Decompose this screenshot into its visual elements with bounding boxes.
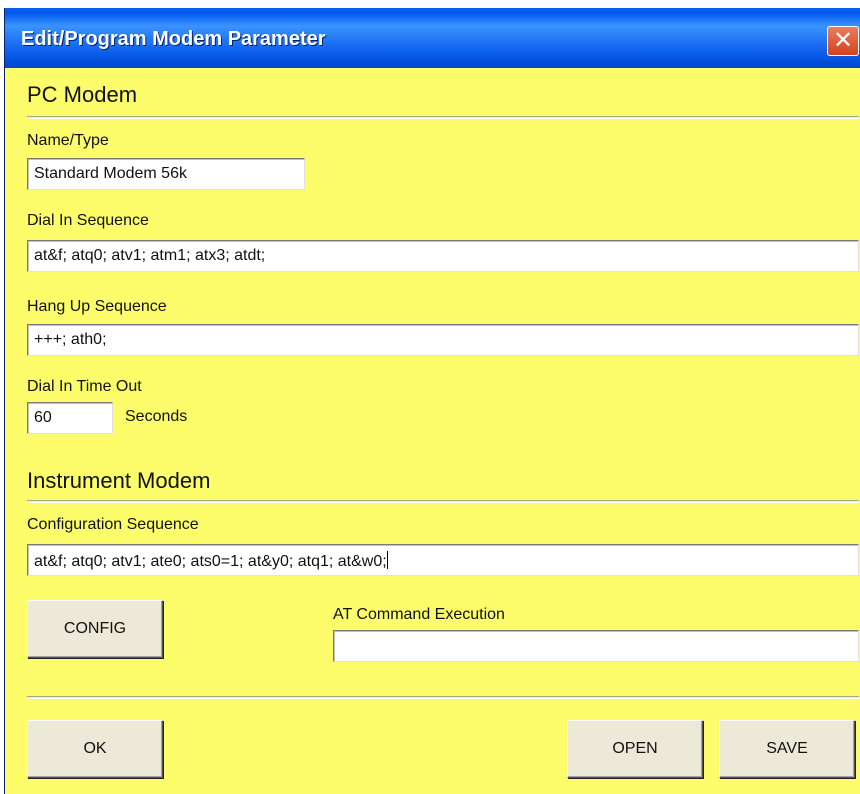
- at-command-execution-label: AT Command Execution: [333, 606, 505, 623]
- timeout-unit-label: Seconds: [125, 408, 188, 425]
- ok-button[interactable]: OK: [27, 720, 163, 778]
- pc-modem-separator: [27, 116, 859, 119]
- name-type-field[interactable]: Standard Modem 56k: [27, 158, 305, 190]
- config-button[interactable]: CONFIG: [27, 600, 163, 658]
- text-caret: [386, 551, 388, 569]
- hang-up-sequence-field[interactable]: +++; ath0;: [27, 324, 859, 356]
- close-icon: ✕: [832, 27, 854, 54]
- configuration-sequence-label: Configuration Sequence: [27, 516, 199, 533]
- at-command-execution-field[interactable]: [333, 630, 859, 662]
- dial-in-timeout-label: Dial In Time Out: [27, 378, 142, 395]
- config-button-label: CONFIG: [63, 620, 127, 637]
- save-button-label: SAVE: [766, 740, 808, 757]
- configuration-sequence-text: at&f; atq0; atv1; ate0; ats0=1; at&y0; a…: [34, 553, 387, 570]
- ok-button-label: OK: [83, 740, 107, 757]
- dial-in-sequence-field[interactable]: at&f; atq0; atv1; atm1; atx3; atdt;: [27, 240, 859, 272]
- modem-parameter-dialog: Edit/Program Modem Parameter ✕ PC Modem …: [4, 8, 860, 794]
- close-button[interactable]: ✕: [827, 26, 859, 56]
- dial-in-sequence-label: Dial In Sequence: [27, 212, 149, 229]
- title-bar[interactable]: Edit/Program Modem Parameter ✕: [5, 8, 860, 68]
- pc-modem-heading: PC Modem: [27, 82, 138, 107]
- name-type-label: Name/Type: [27, 132, 109, 149]
- configuration-sequence-field[interactable]: at&f; atq0; atv1; ate0; ats0=1; at&y0; a…: [27, 544, 859, 576]
- footer-separator: [27, 696, 859, 699]
- instrument-modem-separator: [27, 500, 859, 503]
- open-button[interactable]: OPEN: [567, 720, 703, 778]
- hang-up-sequence-label: Hang Up Sequence: [27, 298, 167, 315]
- instrument-modem-heading: Instrument Modem: [27, 468, 211, 493]
- window-title: Edit/Program Modem Parameter: [21, 28, 326, 50]
- dial-in-timeout-field[interactable]: 60: [27, 402, 113, 434]
- open-button-label: OPEN: [612, 740, 658, 757]
- save-button[interactable]: SAVE: [719, 720, 855, 778]
